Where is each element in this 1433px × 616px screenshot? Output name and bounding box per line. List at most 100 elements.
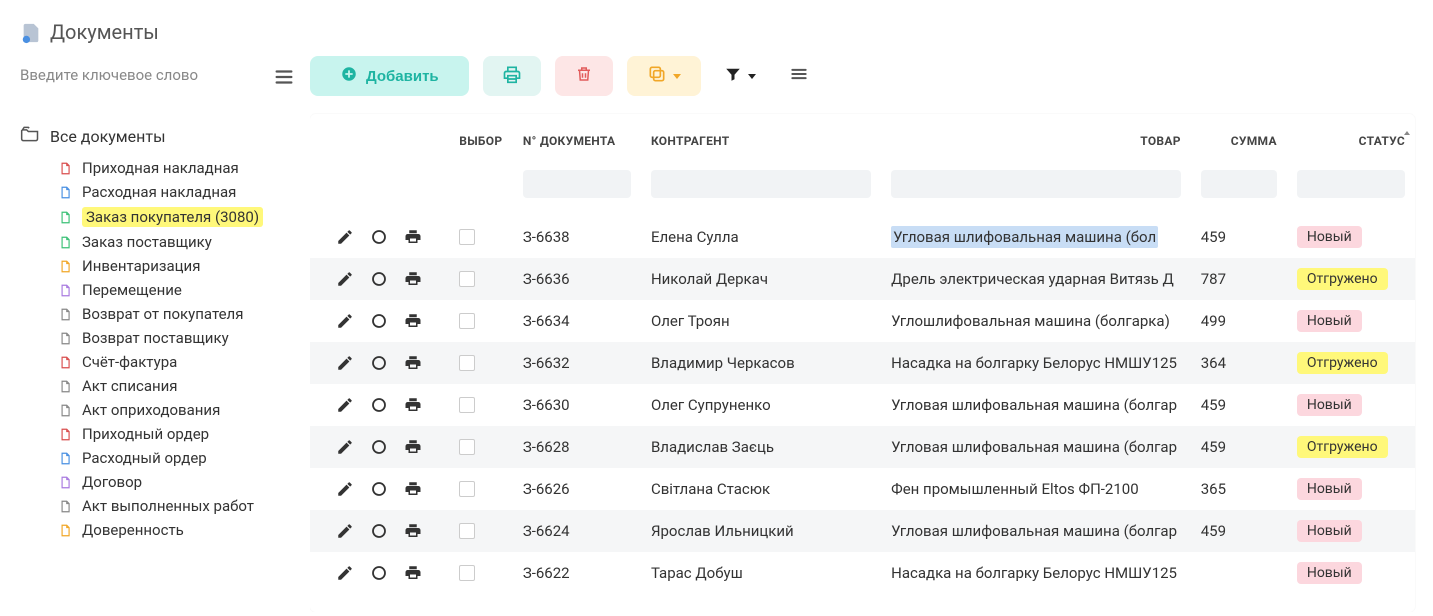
circle-icon[interactable] [370, 228, 388, 246]
edit-icon[interactable] [336, 270, 354, 288]
edit-icon[interactable] [336, 438, 354, 456]
sidebar-item[interactable]: Заказ поставщику [58, 230, 295, 254]
row-checkbox[interactable] [459, 565, 475, 581]
sidebar-item[interactable]: Акт оприходования [58, 398, 295, 422]
print-icon[interactable] [404, 354, 422, 372]
col-header-select[interactable]: ВЫБОР [449, 114, 513, 162]
sidebar-item[interactable]: Перемещение [58, 278, 295, 302]
sidebar-item-label: Перемещение [82, 281, 182, 299]
scroll-up-icon[interactable] [1401, 128, 1413, 146]
row-checkbox[interactable] [459, 229, 475, 245]
file-icon [58, 209, 72, 226]
edit-icon[interactable] [336, 480, 354, 498]
print-icon[interactable] [404, 522, 422, 540]
print-icon[interactable] [404, 396, 422, 414]
print-icon[interactable] [404, 438, 422, 456]
print-icon[interactable] [404, 480, 422, 498]
filter-doc-no[interactable] [523, 170, 631, 198]
print-button[interactable] [483, 56, 541, 96]
edit-icon[interactable] [336, 522, 354, 540]
file-icon [58, 258, 72, 275]
sidebar-item[interactable]: Расходный ордер [58, 446, 295, 470]
filter-contractor[interactable] [651, 170, 871, 198]
tree-root-all-documents[interactable]: Все документы [20, 124, 295, 148]
col-header-status[interactable]: СТАТУС [1287, 114, 1415, 162]
edit-icon[interactable] [336, 396, 354, 414]
sidebar-item[interactable]: Заказ покупателя (3080) [58, 204, 295, 230]
sidebar-item[interactable]: Приходный ордер [58, 422, 295, 446]
row-checkbox[interactable] [459, 481, 475, 497]
status-badge: Новый [1297, 226, 1362, 248]
col-header-doc-no[interactable]: N° ДОКУМЕНТА [513, 114, 641, 162]
file-icon [58, 330, 72, 347]
filter-sum[interactable] [1201, 170, 1277, 198]
row-checkbox[interactable] [459, 439, 475, 455]
row-checkbox[interactable] [459, 313, 475, 329]
circle-icon[interactable] [370, 438, 388, 456]
table-row[interactable]: З-6624 Ярослав Ильницкий Угловая шлифова… [310, 510, 1415, 552]
delete-button[interactable] [555, 56, 613, 96]
table-row[interactable]: З-6638 Елена Сулла Угловая шлифовальная … [310, 216, 1415, 258]
circle-icon[interactable] [370, 522, 388, 540]
print-icon[interactable] [404, 228, 422, 246]
circle-icon[interactable] [370, 564, 388, 582]
circle-icon[interactable] [370, 480, 388, 498]
col-header-product[interactable]: ТОВАР [881, 114, 1191, 162]
sidebar-item[interactable]: Возврат поставщику [58, 326, 295, 350]
row-checkbox[interactable] [459, 523, 475, 539]
circle-icon[interactable] [370, 270, 388, 288]
col-header-contractor[interactable]: КОНТРАГЕНТ [641, 114, 881, 162]
add-button[interactable]: Добавить [310, 56, 469, 96]
sidebar-item[interactable]: Договор [58, 470, 295, 494]
file-icon [58, 234, 72, 251]
edit-icon[interactable] [336, 228, 354, 246]
circle-icon[interactable] [370, 396, 388, 414]
col-header-sum[interactable]: СУММА [1191, 114, 1287, 162]
cell-product: Углошлифовальная машина (болгарка) [881, 300, 1191, 342]
circle-icon[interactable] [370, 312, 388, 330]
table-row[interactable]: З-6630 Олег Супруненко Угловая шлифоваль… [310, 384, 1415, 426]
table-row[interactable]: З-6628 Владислав Заєць Угловая шлифоваль… [310, 426, 1415, 468]
sidebar-item[interactable]: Возврат от покупателя [58, 302, 295, 326]
print-icon[interactable] [404, 564, 422, 582]
print-icon[interactable] [404, 270, 422, 288]
table-row[interactable]: З-6626 Світлана Стасюк Фен промышленный … [310, 468, 1415, 510]
sidebar-item[interactable]: Доверенность [58, 518, 295, 542]
filter-product[interactable] [891, 170, 1181, 198]
search-input[interactable]: Введите ключевое слово [20, 66, 198, 84]
cell-product: Угловая шлифовальная машина (болгар [881, 384, 1191, 426]
sidebar-item[interactable]: Акт списания [58, 374, 295, 398]
table-row[interactable]: З-6622 Тарас Добуш Насадка на болгарку Б… [310, 552, 1415, 594]
documents-icon [20, 22, 40, 42]
sidebar-item-label: Счёт-фактура [82, 353, 177, 371]
sidebar-item[interactable]: Инвентаризация [58, 254, 295, 278]
sidebar-item-label: Заказ поставщику [82, 233, 212, 251]
table-row[interactable]: З-6636 Николай Деркач Дрель электрическа… [310, 258, 1415, 300]
sidebar-item[interactable]: Приходная накладная [58, 156, 295, 180]
row-checkbox[interactable] [459, 397, 475, 413]
table-row[interactable]: З-6634 Олег Троян Углошлифовальная машин… [310, 300, 1415, 342]
filter-status[interactable] [1297, 170, 1405, 198]
sidebar-item[interactable]: Счёт-фактура [58, 350, 295, 374]
cell-sum: 459 [1191, 510, 1287, 552]
sidebar-item-label: Акт выполненных работ [82, 497, 254, 515]
sidebar-item[interactable]: Акт выполненных работ [58, 494, 295, 518]
status-badge: Новый [1297, 520, 1362, 542]
sidebar-item[interactable]: Расходная накладная [58, 180, 295, 204]
row-checkbox[interactable] [459, 355, 475, 371]
cell-sum: 364 [1191, 342, 1287, 384]
edit-icon[interactable] [336, 564, 354, 582]
edit-icon[interactable] [336, 354, 354, 372]
filter-button[interactable] [715, 56, 765, 96]
print-icon[interactable] [404, 312, 422, 330]
copy-button[interactable] [627, 56, 701, 96]
more-menu-button[interactable] [779, 56, 819, 96]
cell-product: Угловая шлифовальная машина (бол [881, 216, 1191, 258]
sidebar-toggle-icon[interactable] [273, 66, 295, 84]
circle-icon[interactable] [370, 354, 388, 372]
edit-icon[interactable] [336, 312, 354, 330]
cell-contractor: Николай Деркач [641, 258, 881, 300]
row-checkbox[interactable] [459, 271, 475, 287]
sidebar-item-label: Возврат поставщику [82, 329, 229, 347]
table-row[interactable]: З-6632 Владимир Черкасов Насадка на болг… [310, 342, 1415, 384]
